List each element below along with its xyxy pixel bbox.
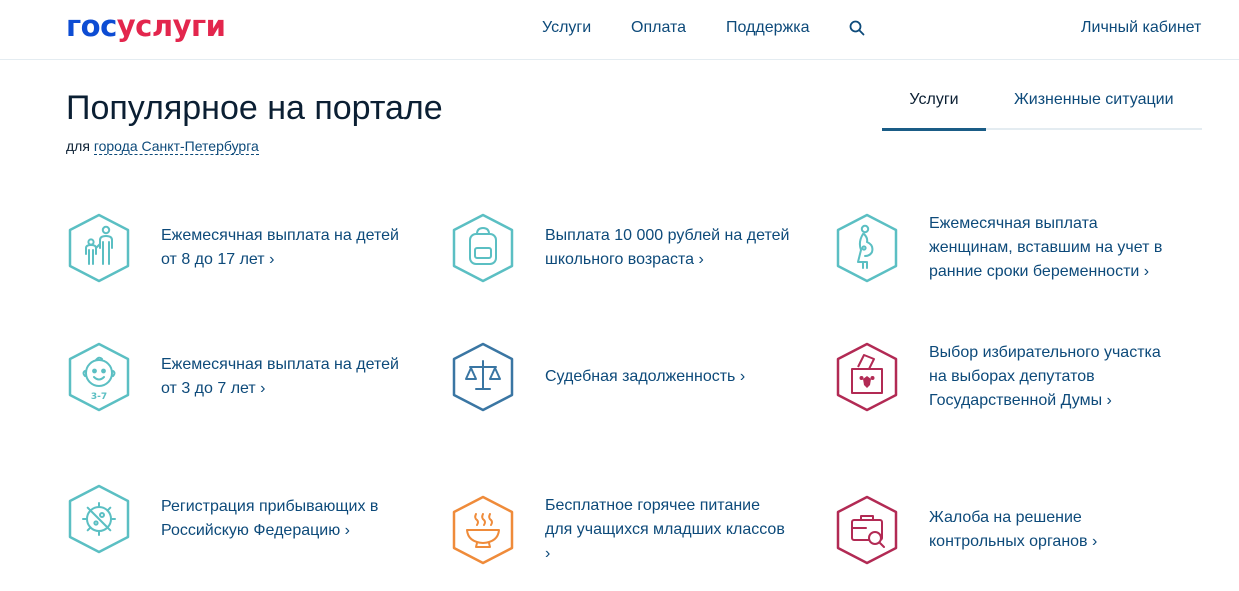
city-prefix: для <box>66 138 90 154</box>
logo-part-uslugi: услуги <box>116 9 226 43</box>
complaint-briefcase-icon <box>836 495 898 565</box>
service-card[interactable]: Выплата 10 000 рублей на детей школьного… <box>450 198 790 298</box>
service-card[interactable]: Бесплатное горячее питание для учащихся … <box>450 480 790 580</box>
nav-support[interactable]: Поддержка <box>726 18 809 38</box>
pregnant-woman-icon <box>836 213 898 283</box>
virus-icon <box>68 484 130 554</box>
nav-payment[interactable]: Оплата <box>631 18 686 38</box>
page-title: Популярное на портале <box>66 89 443 127</box>
service-card[interactable]: Выбор избирательного участка на выборах … <box>834 327 1174 427</box>
children-icon <box>68 213 130 283</box>
ballot-box-icon <box>836 342 898 412</box>
age-range-text: 3-7 <box>91 392 107 402</box>
service-label: Ежемесячная выплата женщинам, вставшим н… <box>929 212 1174 284</box>
nav-services[interactable]: Услуги <box>542 18 591 38</box>
logo-part-gos: гос <box>66 9 117 43</box>
city-link[interactable]: города Санкт-Петербурга <box>93 138 259 155</box>
service-label: Жалоба на решение контрольных органов <box>929 506 1174 554</box>
service-card[interactable]: Ежемесячная выплата на детей от 8 до 17 … <box>66 198 406 298</box>
hot-meal-icon <box>452 495 514 565</box>
service-label: Выбор избирательного участка на выборах … <box>929 341 1174 413</box>
header: госуслуги Услуги Оплата Поддержка Личный… <box>0 0 1239 60</box>
tab-active-indicator <box>882 128 986 131</box>
gosuslugi-logo[interactable]: госуслуги <box>66 8 226 44</box>
service-card[interactable]: 3-7 Ежемесячная выплата на детей от 3 до… <box>66 327 406 427</box>
service-label: Выплата 10 000 рублей на детей школьного… <box>545 224 790 272</box>
service-card[interactable]: Судебная задолженность <box>450 327 790 427</box>
service-card[interactable]: Регистрация прибывающих в Российскую Фед… <box>66 469 406 569</box>
service-card[interactable]: Жалоба на решение контрольных органов <box>834 480 1174 580</box>
tab-life-situations[interactable]: Жизненные ситуации <box>1014 90 1174 110</box>
service-label: Судебная задолженность <box>545 365 790 389</box>
baby-3-7-icon: 3-7 <box>68 342 130 412</box>
service-label: Ежемесячная выплата на детей от 3 до 7 л… <box>161 353 406 401</box>
backpack-icon <box>452 213 514 283</box>
service-label: Бесплатное горячее питание для учащихся … <box>545 494 790 566</box>
service-label: Ежемесячная выплата на детей от 8 до 17 … <box>161 224 406 272</box>
scales-icon <box>452 342 514 412</box>
tab-services[interactable]: Услуги <box>882 90 986 110</box>
search-icon[interactable] <box>849 20 865 36</box>
service-card[interactable]: Ежемесячная выплата женщинам, вставшим н… <box>834 198 1174 298</box>
city-selector: для города Санкт-Петербурга <box>66 138 259 155</box>
service-label: Регистрация прибывающих в Российскую Фед… <box>161 495 406 543</box>
personal-account-link[interactable]: Личный кабинет <box>1081 18 1201 38</box>
